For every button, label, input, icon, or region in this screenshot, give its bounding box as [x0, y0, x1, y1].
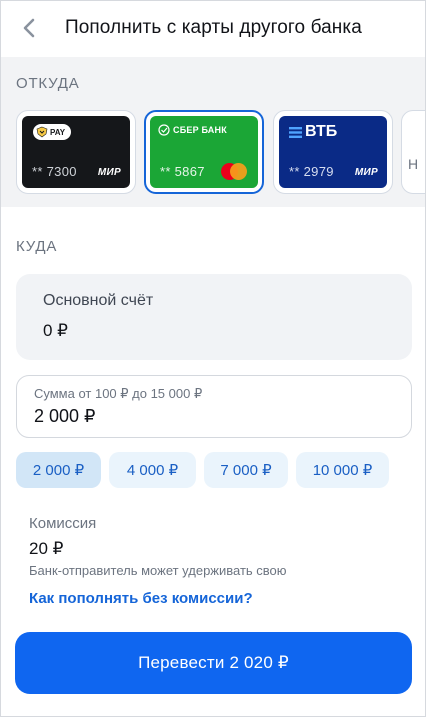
card-face: СБЕР БАНК ** 5867 [150, 116, 258, 188]
source-section-label: ОТКУДА [16, 75, 80, 92]
card-number: ** 7300 [32, 164, 77, 179]
card-brand: СБЕР БАНК [173, 125, 227, 135]
card-face: ВТБ ** 2979 МИР [279, 116, 387, 188]
amount-input[interactable]: Сумма от 100 ₽ до 15 000 ₽ 2 000 ₽ [16, 375, 412, 438]
account-balance: 0 ₽ [43, 321, 68, 340]
destination-section-label: КУДА [16, 238, 58, 255]
chevron-left-icon [23, 18, 35, 38]
vtb-stripes-icon [289, 126, 302, 138]
check-circle-icon [158, 124, 170, 136]
amount-value[interactable]: 2 000 ₽ [34, 406, 96, 427]
mir-logo: МИР [354, 167, 378, 178]
pay-logo: PAY [33, 124, 71, 140]
commission-value: 20 ₽ [29, 539, 64, 558]
quick-amount-chip[interactable]: 2 000 ₽ [16, 452, 101, 488]
source-card-partial[interactable]: Н [401, 110, 425, 194]
shield-icon [36, 126, 48, 138]
card-number: Н [408, 156, 419, 172]
commission-label: Комиссия [29, 515, 97, 532]
card-face: Н [407, 116, 425, 188]
quick-amount-chip[interactable]: 7 000 ₽ [204, 452, 288, 488]
mir-logo: МИР [97, 167, 121, 178]
sber-logo: СБЕР БАНК [158, 124, 227, 136]
page-title: Пополнить с карты другого банка [65, 17, 362, 38]
no-commission-link[interactable]: Как пополнять без комиссии? [29, 590, 253, 607]
app-frame: Пополнить с карты другого банка ОТКУДА P… [0, 0, 426, 717]
transfer-button[interactable]: Перевести 2 020 ₽ [15, 632, 412, 694]
destination-section: КУДА Основной счёт 0 ₽ Сумма от 100 ₽ до… [1, 219, 425, 716]
card-brand: PAY [50, 127, 66, 137]
card-face: PAY ** 7300 МИР [22, 116, 130, 188]
card-number: ** 2979 [289, 164, 334, 179]
vtb-logo: ВТБ [289, 123, 337, 141]
commission-note: Банк-отправитель может удерживать свою [29, 563, 287, 578]
source-cards-section: ОТКУДА PAY ** 7300 МИР СБЕР БАНК ** 5867… [1, 57, 425, 207]
account-name: Основной счёт [43, 292, 154, 309]
card-number: ** 5867 [160, 164, 205, 179]
destination-account[interactable]: Основной счёт 0 ₽ [16, 274, 412, 360]
quick-amount-chip[interactable]: 10 000 ₽ [296, 452, 389, 488]
card-brand: ВТБ [305, 123, 338, 140]
back-button[interactable] [15, 14, 43, 42]
source-card-pay[interactable]: PAY ** 7300 МИР [16, 110, 136, 194]
mastercard-icon [221, 163, 247, 180]
quick-amount-chip[interactable]: 4 000 ₽ [109, 452, 196, 488]
header: Пополнить с карты другого банка [1, 1, 425, 57]
source-card-vtb[interactable]: ВТБ ** 2979 МИР [273, 110, 393, 194]
amount-hint: Сумма от 100 ₽ до 15 000 ₽ [34, 386, 203, 401]
source-card-sber[interactable]: СБЕР БАНК ** 5867 [144, 110, 264, 194]
